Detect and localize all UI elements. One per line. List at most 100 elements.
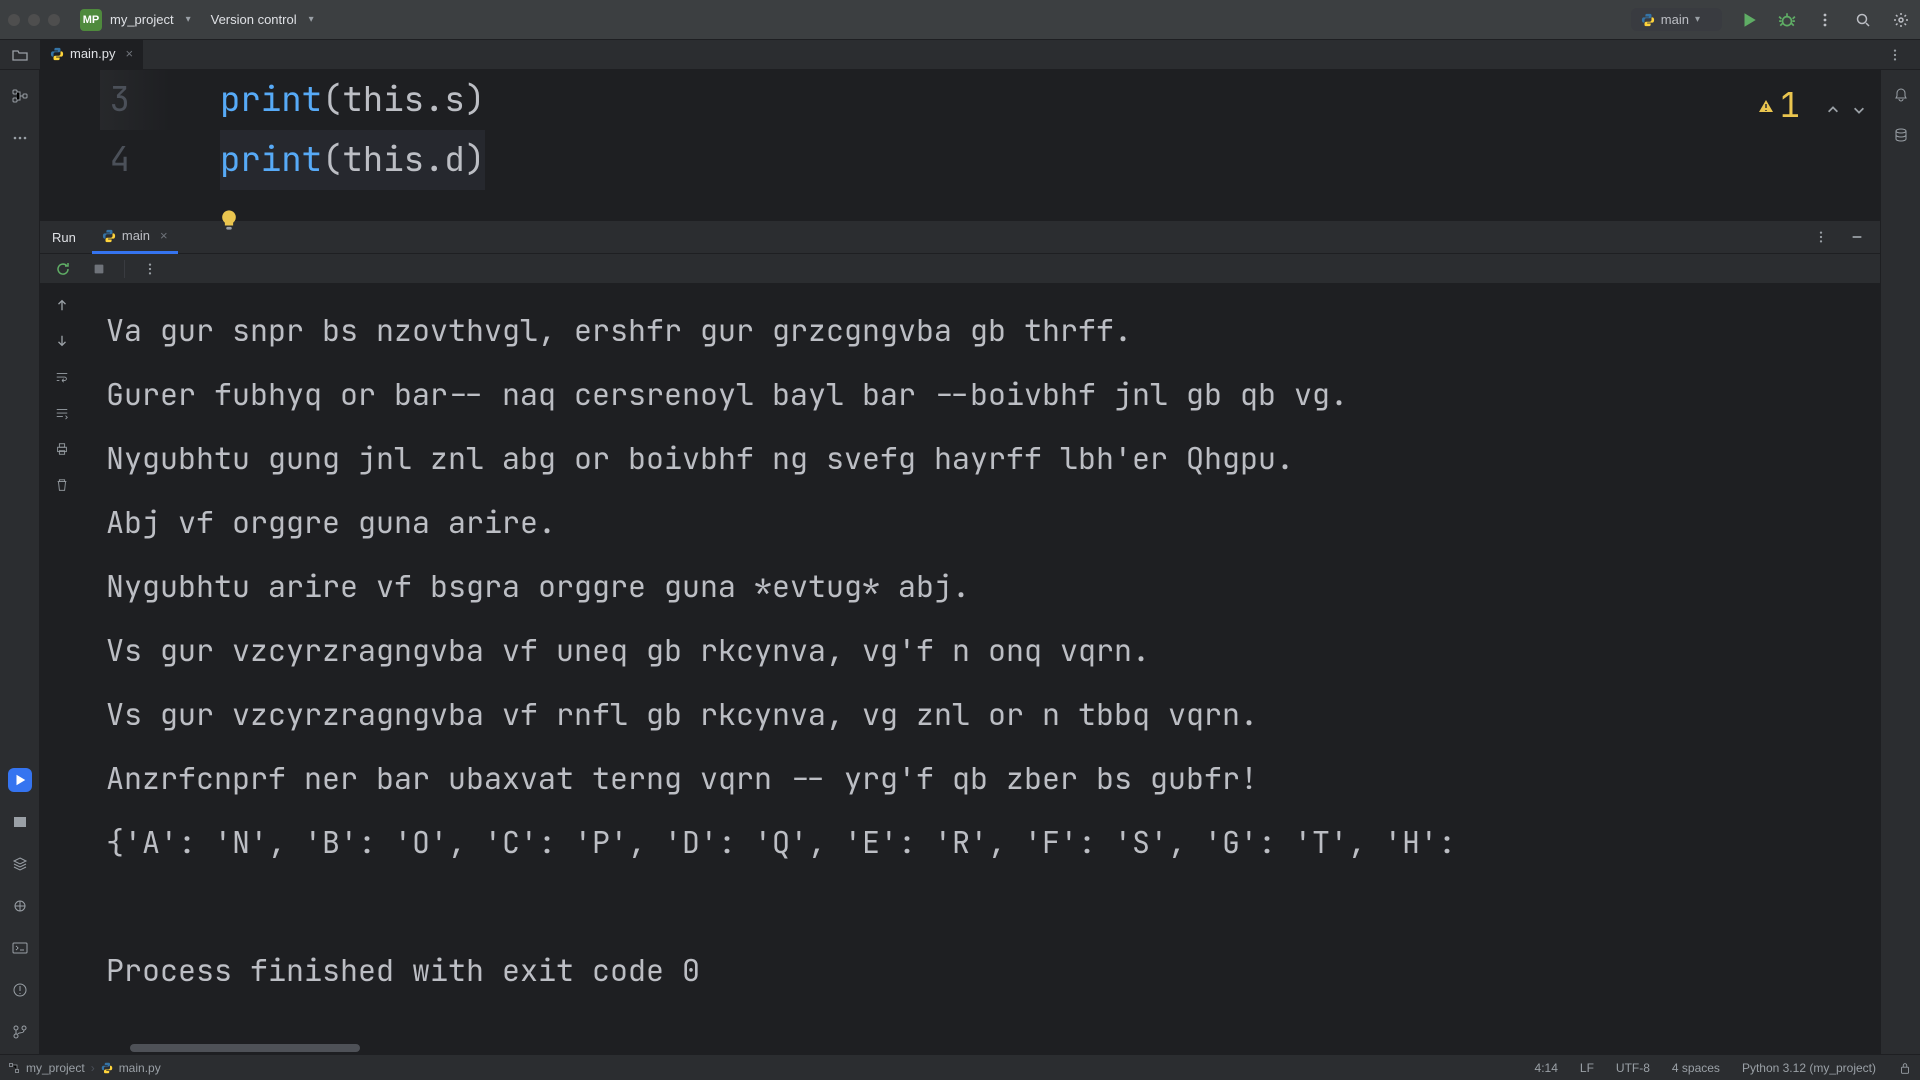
line-separator[interactable]: LF xyxy=(1580,1061,1594,1075)
caret-position[interactable]: 4:14 xyxy=(1535,1061,1558,1075)
run-tool[interactable] xyxy=(8,768,32,792)
scroll-end-icon xyxy=(55,406,69,420)
run-actions-more[interactable] xyxy=(139,258,161,280)
search-button[interactable] xyxy=(1852,9,1874,31)
trash-icon xyxy=(55,478,69,492)
problems-tool[interactable] xyxy=(8,978,32,1002)
run-tab-label: main xyxy=(122,228,150,243)
kebab-icon xyxy=(1888,48,1902,62)
editor-tab-main-py[interactable]: main.py × xyxy=(40,40,143,70)
close-tab-button[interactable]: × xyxy=(126,46,134,61)
console-line: Va gur snpr bs nzovthvgl, ershfr gur grz… xyxy=(106,298,1858,362)
editor[interactable]: 3 4 print(this.s) print(this.d) 1 xyxy=(40,70,1880,220)
console-line: Vs gur vzcyrzragngvba vf rnfl gb rkcynva… xyxy=(106,682,1858,746)
play-icon xyxy=(1740,11,1758,29)
wrap-icon xyxy=(55,370,69,384)
bug-icon xyxy=(1778,11,1796,29)
editor-next-highlight[interactable] xyxy=(1852,76,1866,136)
hide-run-tool[interactable] xyxy=(1846,226,1868,248)
tree-icon xyxy=(8,1062,20,1074)
gear-icon xyxy=(1893,12,1909,28)
code-line: print(this.s) xyxy=(220,70,1880,130)
python-icon xyxy=(101,1062,113,1074)
python-packages-tool[interactable] xyxy=(8,894,32,918)
project-badge: MP xyxy=(80,9,102,31)
console-line: Nygubhtu gung jnl znl abg or boivbhf ng … xyxy=(106,426,1858,490)
more-tools[interactable] xyxy=(8,126,32,150)
python-console-icon xyxy=(12,814,28,830)
chevron-down-icon[interactable]: ▾ xyxy=(309,14,314,25)
intention-bulb[interactable] xyxy=(218,190,244,216)
chevron-down-icon xyxy=(1852,103,1866,117)
scrollbar-thumb[interactable] xyxy=(130,1044,360,1052)
navbar-breadcrumbs[interactable]: my_project › main.py xyxy=(8,1061,161,1075)
console-line: Process finished with exit code 0 xyxy=(106,938,1858,1002)
console-line: {'A': 'N', 'B': 'O', 'C': 'P', 'D': 'Q',… xyxy=(106,810,1858,874)
settings-button[interactable] xyxy=(1890,9,1912,31)
window-close-dot[interactable] xyxy=(8,14,20,26)
breadcrumb-item[interactable]: main.py xyxy=(119,1061,161,1075)
console-wrap: Va gur snpr bs nzovthvgl, ershfr gur grz… xyxy=(40,284,1880,1042)
run-button[interactable] xyxy=(1738,9,1760,31)
warning-circle-icon xyxy=(12,982,28,998)
more-actions-button[interactable] xyxy=(1814,9,1836,31)
arrow-down-icon xyxy=(55,334,69,348)
warning-icon xyxy=(1758,98,1774,114)
close-run-tab[interactable]: × xyxy=(160,228,168,243)
editor-gutter: 3 4 xyxy=(40,70,180,220)
soft-wrap-button[interactable] xyxy=(51,366,73,388)
rerun-button[interactable] xyxy=(52,258,74,280)
arrow-up-icon xyxy=(55,298,69,312)
chevron-down-icon[interactable]: ▾ xyxy=(186,14,191,25)
left-toolwindow-strip xyxy=(0,70,40,1054)
stop-button[interactable] xyxy=(88,258,110,280)
kebab-icon xyxy=(1814,230,1828,244)
up-stack-button[interactable] xyxy=(51,294,73,316)
terminal-tool[interactable] xyxy=(8,936,32,960)
breadcrumb-item[interactable]: my_project xyxy=(26,1061,85,1075)
editor-more-button[interactable] xyxy=(1884,44,1906,66)
python-console-tool[interactable] xyxy=(8,810,32,834)
down-stack-button[interactable] xyxy=(51,330,73,352)
code-line: print(this.d) xyxy=(220,130,1880,190)
titlebar: MP my_project ▾ Version control ▾ main ▾ xyxy=(0,0,1920,40)
right-toolwindow-strip xyxy=(1880,70,1920,1054)
database-tool[interactable] xyxy=(1890,124,1912,146)
problems-badge[interactable]: 1 xyxy=(1758,76,1800,136)
problems-count: 1 xyxy=(1780,76,1800,136)
clear-all-button[interactable] xyxy=(51,474,73,496)
project-name[interactable]: my_project xyxy=(110,12,174,27)
run-toolbar xyxy=(40,254,1880,284)
indent-settings[interactable]: 4 spaces xyxy=(1672,1061,1720,1075)
vcs-tool[interactable] xyxy=(8,1020,32,1044)
bell-icon xyxy=(1893,87,1909,103)
editor-prev-highlight[interactable] xyxy=(1826,76,1840,136)
structure-tool[interactable] xyxy=(8,84,32,108)
project-tool-toggle[interactable] xyxy=(0,40,40,70)
folder-icon xyxy=(12,47,28,63)
print-button[interactable] xyxy=(51,438,73,460)
separator xyxy=(124,260,125,278)
database-icon xyxy=(1893,127,1909,143)
run-more-button[interactable] xyxy=(1810,226,1832,248)
window-minimize-dot[interactable] xyxy=(28,14,40,26)
console-line xyxy=(106,874,1858,938)
structure-icon xyxy=(12,88,28,104)
git-branch-icon xyxy=(12,1024,28,1040)
window-zoom-dot[interactable] xyxy=(48,14,60,26)
run-configuration-selector[interactable]: main ▾ xyxy=(1631,8,1722,31)
debug-button[interactable] xyxy=(1776,9,1798,31)
file-encoding[interactable]: UTF-8 xyxy=(1616,1061,1650,1075)
console-output[interactable]: Va gur snpr bs nzovthvgl, ershfr gur grz… xyxy=(84,284,1880,1042)
scroll-to-end-button[interactable] xyxy=(51,402,73,424)
version-control-menu[interactable]: Version control xyxy=(211,12,297,27)
console-line: Anzrfcnprf ner bar ubaxvat terng vqrn --… xyxy=(106,746,1858,810)
run-tab-main[interactable]: main × xyxy=(92,220,178,254)
console-line: Abj vf orggre guna arire. xyxy=(106,490,1858,554)
console-horizontal-scrollbar[interactable] xyxy=(40,1042,1880,1054)
chevron-up-icon xyxy=(1826,103,1840,117)
lock-icon[interactable] xyxy=(1898,1061,1912,1075)
services-tool[interactable] xyxy=(8,852,32,876)
python-interpreter[interactable]: Python 3.12 (my_project) xyxy=(1742,1061,1876,1075)
notifications-tool[interactable] xyxy=(1890,84,1912,106)
